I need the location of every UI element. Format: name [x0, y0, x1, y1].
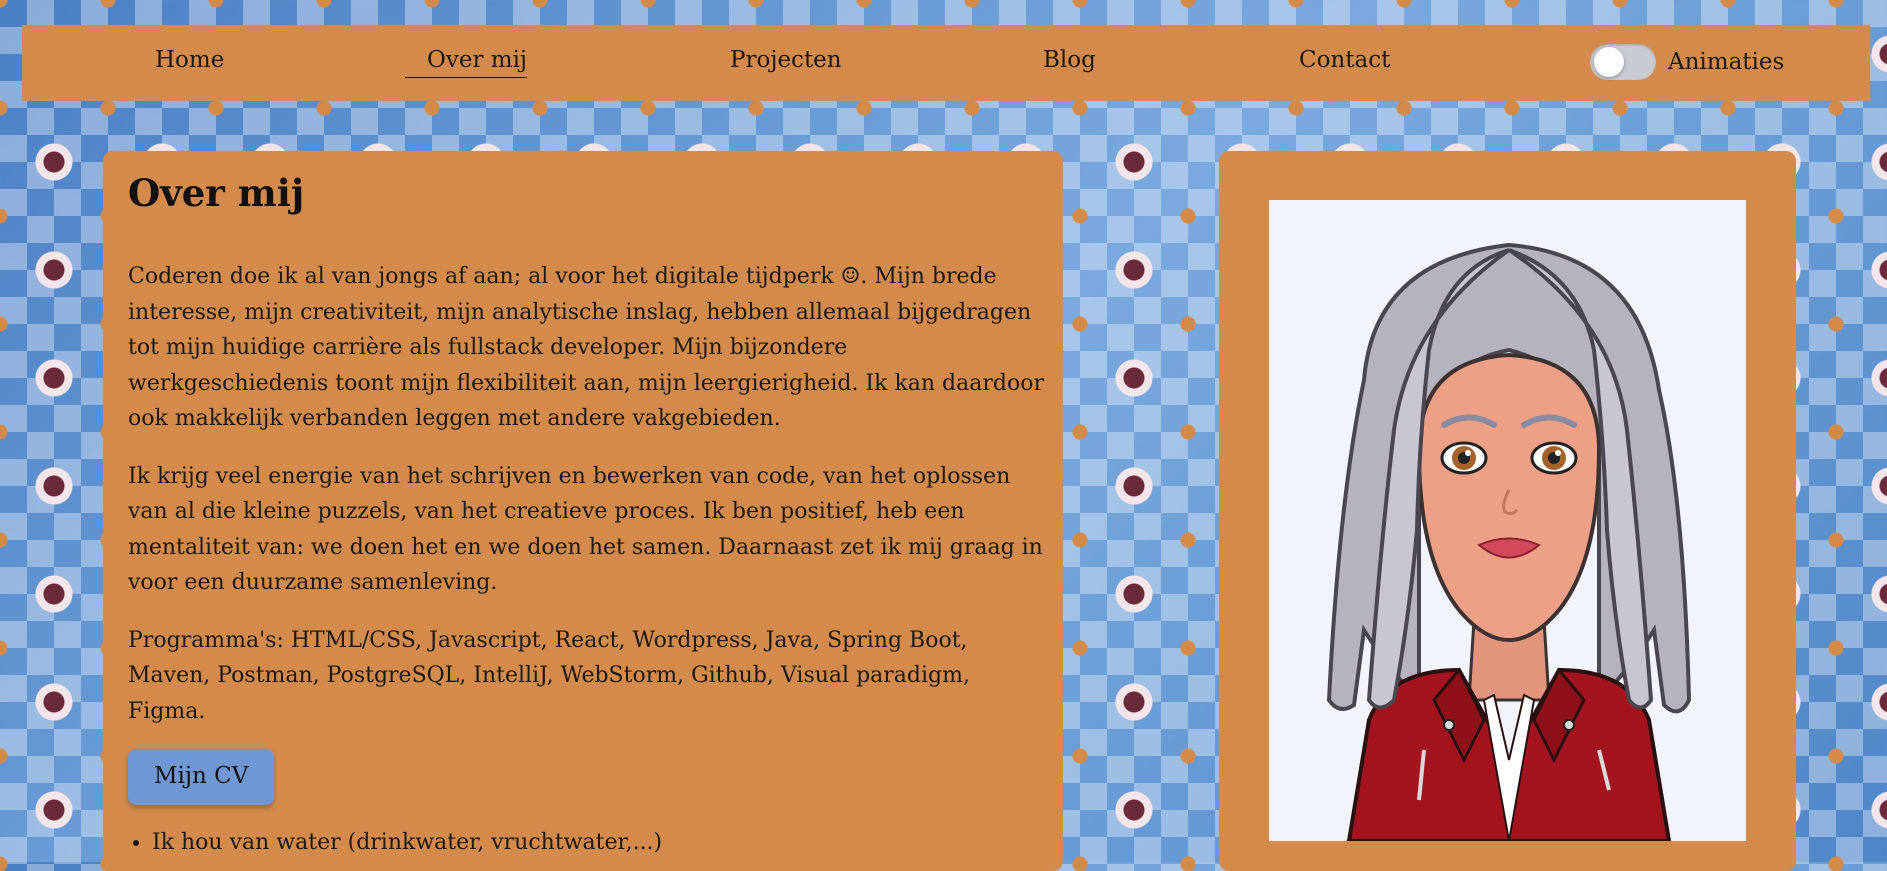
about-text: Coderen doe ik al van jongs af aan; al v… — [128, 259, 1048, 860]
animations-toggle[interactable] — [1590, 44, 1656, 80]
list-item: Ik hou van water (drinkwater, vruchtwate… — [152, 825, 1048, 861]
toggle-knob — [1594, 47, 1624, 77]
nav-home[interactable]: Home — [155, 47, 224, 77]
about-card: Over mij Coderen doe ik al van jongs af … — [103, 151, 1063, 871]
nav-contact[interactable]: Contact — [1299, 47, 1390, 77]
top-navigation: Home Over mij Projecten Blog Contact Ani… — [22, 25, 1870, 101]
avatar-card — [1219, 151, 1796, 871]
interest-list: Ik hou van water (drinkwater, vruchtwate… — [128, 825, 1048, 861]
about-paragraph-2: Ik krijg veel energie van het schrijven … — [128, 463, 1043, 596]
about-paragraph-1: Coderen doe ik al van jongs af aan; al v… — [128, 264, 1044, 431]
animations-toggle-group: Animaties — [1590, 44, 1784, 80]
about-paragraph-3: Programma's: HTML/CSS, Javascript, React… — [128, 627, 970, 724]
avatar-illustration — [1326, 242, 1692, 841]
nav-projecten[interactable]: Projecten — [730, 47, 842, 77]
page-title: Over mij — [128, 171, 305, 215]
animations-toggle-label: Animaties — [1668, 49, 1785, 75]
nav-blog[interactable]: Blog — [1043, 47, 1096, 77]
nav-over-mij[interactable]: Over mij — [405, 47, 528, 78]
cv-button[interactable]: Mijn CV — [128, 749, 275, 805]
avatar — [1269, 200, 1746, 841]
